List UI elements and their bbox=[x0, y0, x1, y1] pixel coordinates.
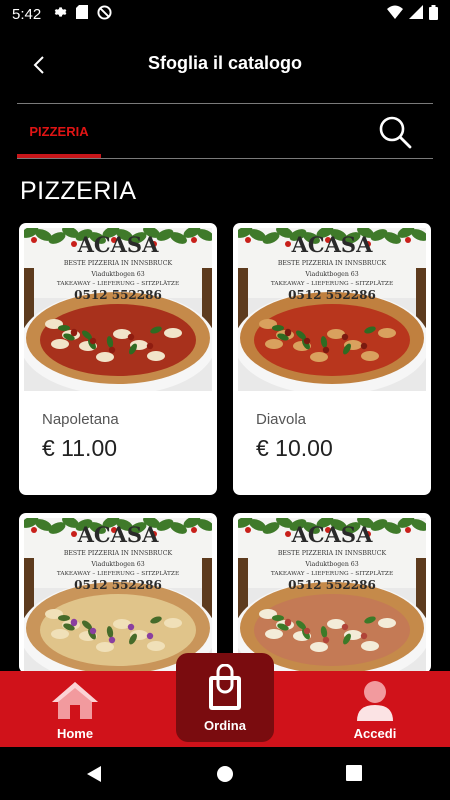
sign-text: ACASA bbox=[77, 232, 159, 257]
product-name: Napoletana bbox=[42, 411, 119, 428]
product-card[interactable]: ACASA BESTE PIZZERIA IN INNSBRUCK Viaduktb… bbox=[19, 513, 217, 673]
category-tabs: PIZZERIA bbox=[17, 104, 433, 158]
user-icon bbox=[357, 681, 393, 721]
pizza-photo: ACASA BESTE PIZZERIA IN INNSBRUCK Viaduktb… bbox=[238, 518, 426, 673]
search-icon bbox=[379, 116, 412, 149]
sign-text: TAKEAWAY – LIEFERUNG – SITZPLÄTZE bbox=[271, 280, 393, 287]
nav-accedi[interactable]: Accedi bbox=[325, 671, 425, 747]
sign-text: BESTE PIZZERIA IN INNSBRUCK bbox=[64, 260, 173, 267]
product-image: ACASA BESTE PIZZERIA IN INNSBRUCK Viaduktb… bbox=[24, 518, 212, 673]
sign-text: 0512 552286 bbox=[288, 288, 376, 302]
do-not-disturb-icon bbox=[97, 4, 112, 24]
product-image: ACASA BESTE PIZZERIA IN INNSBRUCK Viaduktb… bbox=[24, 228, 212, 391]
product-price: € 10.00 bbox=[256, 435, 333, 461]
product-card[interactable]: ACASA BESTE PIZZERIA IN INNSBRUCK Viaduktb… bbox=[19, 223, 217, 495]
product-card[interactable]: ACASA BESTE PIZZERIA IN INNSBRUCK Viaduktb… bbox=[233, 513, 431, 673]
gear-icon bbox=[53, 5, 67, 23]
sign-text: 0512 552286 bbox=[288, 578, 376, 592]
sign-text: ACASA bbox=[291, 232, 373, 257]
section-title: PIZZERIA bbox=[20, 177, 137, 205]
sign-text: Viaduktbogen 63 bbox=[90, 271, 144, 278]
sd-card-icon bbox=[76, 5, 89, 23]
sign-text: TAKEAWAY – LIEFERUNG – SITZPLÄTZE bbox=[57, 570, 179, 577]
sign-text: 0512 552286 bbox=[74, 578, 162, 592]
sign-text: BESTE PIZZERIA IN INNSBRUCK bbox=[278, 260, 387, 267]
sign-text: BESTE PIZZERIA IN INNSBRUCK bbox=[278, 550, 387, 557]
sign-text: Viaduktbogen 63 bbox=[304, 271, 358, 278]
product-image: ACASA BESTE PIZZERIA IN INNSBRUCK Viaduktb… bbox=[238, 228, 426, 391]
sign-text: Viaduktbogen 63 bbox=[90, 561, 144, 568]
status-bar: 5:42 bbox=[0, 0, 450, 28]
back-triangle-icon[interactable] bbox=[85, 765, 103, 783]
sign-text: Viaduktbogen 63 bbox=[304, 561, 358, 568]
recents-square-icon[interactable] bbox=[346, 765, 362, 781]
nav-home[interactable]: Home bbox=[25, 671, 125, 747]
pizza-photo: ACASA BESTE PIZZERIA IN INNSBRUCK Viaduktb… bbox=[24, 518, 212, 673]
page-title: Sfoglia il catalogo bbox=[147, 53, 303, 73]
sign-text: BESTE PIZZERIA IN INNSBRUCK bbox=[64, 550, 173, 557]
home-circle-icon[interactable] bbox=[216, 765, 234, 783]
product-card[interactable]: ACASA BESTE PIZZERIA IN INNSBRUCK Viaduktb… bbox=[233, 223, 431, 495]
pizza-photo: ACASA BESTE PIZZERIA IN INNSBRUCK Viaduktb… bbox=[24, 228, 212, 391]
signal-icon bbox=[409, 5, 423, 23]
tab-pizzeria[interactable]: PIZZERIA bbox=[17, 104, 101, 158]
product-image: ACASA BESTE PIZZERIA IN INNSBRUCK Viaduktb… bbox=[238, 518, 426, 673]
sign-text: ACASA bbox=[77, 522, 159, 547]
divider bbox=[17, 158, 433, 159]
wifi-icon bbox=[387, 5, 403, 23]
product-price: € 11.00 bbox=[42, 435, 118, 461]
search-button[interactable] bbox=[377, 114, 413, 150]
battery-icon bbox=[429, 4, 438, 24]
tab-pizzeria-label: PIZZERIA bbox=[29, 123, 89, 139]
sign-text: 0512 552286 bbox=[74, 288, 162, 302]
shopping-bag-icon bbox=[209, 664, 241, 710]
status-time: 5:42 bbox=[12, 5, 42, 23]
product-name: Diavola bbox=[256, 411, 307, 428]
nav-home-label: Home bbox=[56, 726, 94, 741]
nav-accedi-label: Accedi bbox=[353, 726, 397, 741]
pizza-photo: ACASA BESTE PIZZERIA IN INNSBRUCK Viaduktb… bbox=[238, 228, 426, 391]
sign-text: TAKEAWAY – LIEFERUNG – SITZPLÄTZE bbox=[57, 280, 179, 287]
nav-ordina-label: Ordina bbox=[204, 718, 246, 733]
sign-text: TAKEAWAY – LIEFERUNG – SITZPLÄTZE bbox=[271, 570, 393, 577]
system-nav-bar bbox=[0, 747, 450, 800]
sign-text: ACASA bbox=[291, 522, 373, 547]
nav-ordina[interactable]: Ordina bbox=[176, 653, 274, 742]
home-icon bbox=[52, 682, 98, 719]
app-header: Sfoglia il catalogo bbox=[0, 38, 450, 94]
